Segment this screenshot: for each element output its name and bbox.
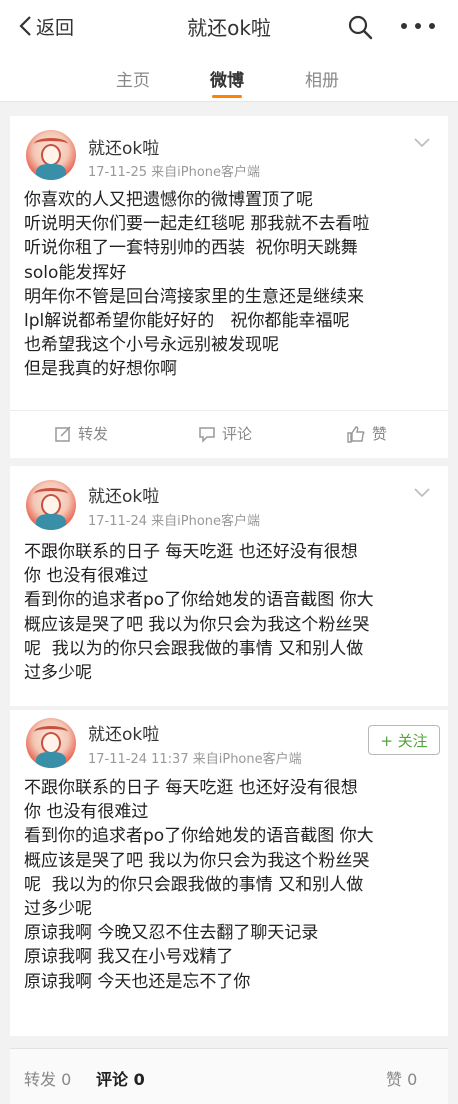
post-username[interactable]: 就还ok啦 (88, 482, 159, 507)
post-card: 就还ok啦 17-11-25 来自iPhone客户端 你喜欢的人又把遗憾你的微博… (10, 116, 448, 458)
post-text: 不跟你联系的日子 每天吃逛 也还好没有很想 你 也没有很难过 看到你的追求者po… (24, 778, 374, 992)
post-meta: 17-11-24 11:37 来自iPhone客户端 (88, 752, 302, 767)
comment-label: 评论 (222, 425, 253, 443)
profile-tabs: 主页 微博 相册 (0, 52, 458, 102)
chevron-down-icon[interactable] (414, 488, 430, 498)
like-label: 赞 (372, 425, 388, 443)
chevron-down-icon[interactable] (414, 138, 430, 148)
search-icon[interactable] (347, 14, 373, 40)
tab-album[interactable]: 相册 (305, 66, 339, 91)
post-text: 不跟你联系的日子 每天吃逛 也还好没有很想 你 也没有很难过 看到你的追求者po… (24, 542, 374, 684)
repost-button[interactable]: 转发 (54, 423, 108, 444)
avatar[interactable] (26, 480, 76, 530)
post-card: 就还ok啦 17-11-24 来自iPhone客户端 不跟你联系的日子 每天吃逛… (10, 466, 448, 706)
post-card: 就还ok啦 17-11-24 11:37 来自iPhone客户端 + 关注 不跟… (10, 710, 448, 1036)
repost-icon (55, 425, 71, 442)
post-meta: 17-11-25 来自iPhone客户端 (88, 165, 261, 180)
comment-button[interactable]: 评论 (198, 423, 252, 444)
page-title: 就还ok啦 (187, 16, 271, 40)
avatar[interactable] (26, 130, 76, 180)
post-actions: 转发 评论 赞 (10, 410, 448, 456)
tab-home[interactable]: 主页 (116, 66, 150, 91)
like-button[interactable]: 赞 (346, 423, 387, 444)
post-text: 你喜欢的人又把遗憾你的微博置顶了呢 听说明天你们要一起走红毯呢 那我就不去看啦 … (24, 190, 370, 380)
top-nav-bar: 返回 就还ok啦 (0, 0, 458, 52)
thumbs-up-icon (347, 425, 365, 443)
post-meta: 17-11-24 来自iPhone客户端 (88, 514, 261, 529)
bottom-like-button[interactable]: 赞 0 (386, 1066, 417, 1090)
avatar[interactable] (26, 718, 76, 768)
post-username[interactable]: 就还ok啦 (88, 720, 159, 745)
more-icon[interactable] (398, 14, 438, 38)
comment-icon (199, 426, 215, 443)
repost-label: 转发 (78, 425, 109, 443)
follow-button[interactable]: + 关注 (368, 725, 440, 755)
bottom-repost-button[interactable]: 转发 0 (24, 1066, 71, 1090)
active-tab-indicator (212, 95, 242, 98)
tab-weibo[interactable]: 微博 (210, 66, 244, 91)
post-username[interactable]: 就还ok啦 (88, 134, 159, 159)
bottom-comment-button[interactable]: 评论 0 (96, 1066, 145, 1090)
bottom-action-bar: 转发 0 评论 0 赞 0 (10, 1048, 448, 1104)
